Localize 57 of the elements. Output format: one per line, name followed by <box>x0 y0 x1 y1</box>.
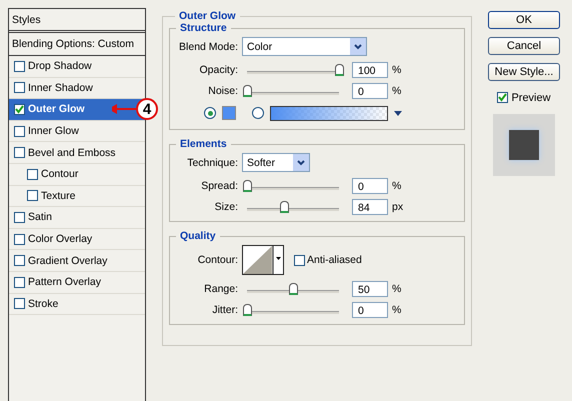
panel-title: Styles <box>12 14 41 26</box>
style-item[interactable]: Satin <box>9 207 145 229</box>
field-label: Jitter: <box>211 304 239 316</box>
value-field[interactable]: 0 <box>352 82 388 98</box>
group-title: Elements <box>179 138 228 150</box>
unit-label: % <box>392 282 402 294</box>
blending-options-item[interactable]: Blending Options: Custom <box>12 38 134 50</box>
style-item[interactable]: Stroke <box>9 294 145 316</box>
style-item-label[interactable]: Gradient Overlay <box>28 254 108 267</box>
value-field[interactable]: 84 <box>352 198 388 214</box>
group-title: Outer Glow <box>178 10 237 22</box>
checkbox-label: Anti-aliased <box>307 254 362 266</box>
field-label: Range: <box>203 282 239 294</box>
dialog-button[interactable]: Cancel <box>488 37 560 55</box>
value-field[interactable]: 0 <box>352 302 388 318</box>
style-item[interactable]: Pattern Overlay <box>9 272 145 294</box>
style-item-label[interactable]: Satin <box>28 211 52 224</box>
style-item-label[interactable]: Outer Glow <box>28 103 85 116</box>
dialog-button[interactable]: OK <box>488 11 560 29</box>
group-title: Structure <box>179 22 228 34</box>
style-item-label[interactable]: Stroke <box>28 298 58 310</box>
style-item[interactable]: Color Overlay <box>9 228 145 250</box>
blend-mode-select[interactable]: Color <box>242 37 367 56</box>
style-item-label[interactable]: Inner Glow <box>28 125 79 138</box>
style-item[interactable]: Inner Glow <box>9 120 145 142</box>
style-item-label[interactable]: Texture <box>41 190 76 202</box>
style-item[interactable]: Drop Shadow <box>9 56 145 78</box>
field-label: Contour: <box>196 254 239 266</box>
field-label: Technique: <box>186 156 239 168</box>
style-item-label[interactable]: Inner Shadow <box>28 82 93 94</box>
style-item[interactable]: Gradient Overlay <box>9 250 145 272</box>
style-item-label[interactable]: Drop Shadow <box>28 60 92 72</box>
group-title: Quality <box>179 230 217 242</box>
unit-label: % <box>392 180 402 192</box>
value-field[interactable]: 0 <box>352 178 388 194</box>
style-item-label[interactable]: Contour <box>41 168 78 180</box>
value-field[interactable]: 100 <box>352 62 388 78</box>
technique-select[interactable]: Softer <box>242 153 310 172</box>
dialog-button[interactable]: New Style... <box>488 63 560 81</box>
style-item-label[interactable]: Pattern Overlay <box>28 276 101 288</box>
field-label: Spread: <box>200 180 239 192</box>
unit-label: % <box>392 304 402 316</box>
unit-label: % <box>392 84 402 96</box>
field-label: Opacity: <box>198 64 239 76</box>
step-number: 4 <box>136 98 158 120</box>
style-item-label[interactable]: Color Overlay <box>28 233 92 246</box>
style-item[interactable]: Texture <box>9 186 145 208</box>
value-field[interactable]: 50 <box>352 280 388 296</box>
field-label: Noise: <box>207 84 239 96</box>
checkbox-label: Preview <box>511 92 551 104</box>
field-label: Size: <box>214 200 239 212</box>
unit-label: % <box>392 64 402 76</box>
style-item[interactable]: Contour <box>9 164 145 186</box>
field-label: Blend Mode: <box>178 40 239 52</box>
style-item-label[interactable]: Bevel and Emboss <box>28 146 116 159</box>
style-item[interactable]: Bevel and Emboss <box>9 142 145 164</box>
unit-label: px <box>392 200 404 212</box>
